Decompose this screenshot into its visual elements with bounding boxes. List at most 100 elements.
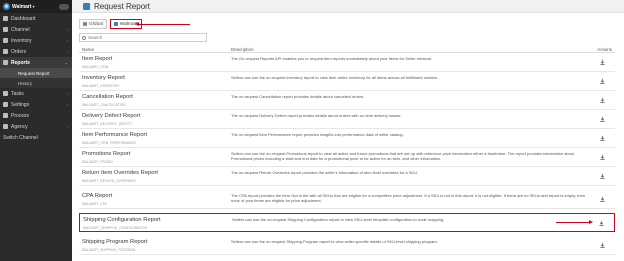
table-row-highlighted: Shipping Configuration Report WALMART_SH…: [79, 213, 615, 232]
download-icon[interactable]: [598, 220, 605, 227]
report-name: Return Item Overrides Report: [82, 170, 159, 176]
column-header-description: Description: [231, 47, 254, 52]
sidebar-item-label: Inventory: [11, 37, 32, 44]
sidebar-item-agency[interactable]: Agency ›: [0, 121, 72, 132]
switch-channel-link[interactable]: Switch Channel: [0, 135, 72, 141]
column-header-actions: Actions: [597, 47, 612, 52]
report-code: WALMART_ITEM_PERFORMANCE: [82, 141, 137, 145]
sidebar-item-label: Agency: [11, 123, 28, 130]
channel-icon: [3, 27, 8, 32]
chevron-down-icon: ⌄: [64, 60, 68, 65]
report-code: WALMART_DELIVERY_DEFECT: [82, 122, 133, 126]
sidebar-item-reports[interactable]: Reports ⌄: [0, 57, 72, 68]
annotation-arrow-left: [135, 22, 190, 26]
walmart-icon: [113, 22, 118, 26]
report-name: Cancellation Report: [82, 94, 133, 100]
download-icon[interactable]: [599, 59, 606, 66]
chevron-right-icon: ›: [66, 124, 68, 129]
page-header: Request Report: [72, 0, 624, 13]
download-icon[interactable]: [599, 154, 606, 161]
report-name: Shipping Configuration Report: [83, 217, 161, 223]
sidebar-item-label: Reports: [11, 59, 30, 66]
tab-global[interactable]: Global: [79, 19, 107, 29]
sidebar-item-settings[interactable]: Settings ›: [0, 99, 72, 110]
table-row: Return Item Overrides Report WALMART_RET…: [79, 167, 615, 186]
report-code: WALMART_PROMO: [82, 160, 113, 164]
report-description: Sellers can use the on-request Promotion…: [231, 151, 575, 161]
sidebar-item-label: Settings: [11, 101, 30, 108]
sidebar-item-tasks[interactable]: Tasks ›: [0, 88, 72, 99]
download-icon[interactable]: [599, 97, 606, 104]
reports-icon: [3, 60, 8, 65]
chevron-right-icon: ›: [66, 91, 68, 96]
download-icon[interactable]: [599, 78, 606, 85]
download-icon[interactable]: [599, 135, 606, 142]
walmart-logo-icon: ✳: [3, 3, 10, 10]
report-code: WALMART_CANCELLATION: [82, 103, 126, 107]
report-description: The on-request Return Overrides report p…: [231, 170, 419, 175]
download-icon[interactable]: [599, 242, 606, 249]
download-icon[interactable]: [599, 173, 606, 180]
report-description: The on-request Delivery Defect report pr…: [231, 113, 402, 118]
table-row: Cancellation Report WALMART_CANCELLATION…: [79, 91, 615, 110]
inventory-icon: [3, 38, 8, 43]
process-icon: [3, 113, 8, 118]
chevron-right-icon: ›: [66, 27, 68, 32]
download-icon[interactable]: [599, 196, 606, 203]
table-row: Item Performance Report WALMART_ITEM_PER…: [79, 129, 615, 148]
report-name: Item Performance Report: [82, 132, 148, 138]
table-row: Inventory Report WALMART_INVENTORY Selle…: [79, 72, 615, 91]
report-description: Sellers can use the on-request Shipping …: [231, 239, 438, 244]
sidebar-item-label: Process: [11, 112, 30, 119]
table-row: Promotions Report WALMART_PROMO Sellers …: [79, 148, 615, 167]
sidebar-item-inventory[interactable]: Inventory ›: [0, 35, 72, 46]
tasks-icon: [3, 91, 8, 96]
search-box[interactable]: [79, 33, 207, 42]
report-name: Shipping Program Report: [82, 239, 148, 245]
dashboard-icon: [3, 16, 8, 21]
report-code: WALMART_INVENTORY: [82, 84, 120, 88]
sidebar-subitem-label: History: [18, 80, 33, 86]
channel-selector[interactable]: ✳ Walmart ▾: [0, 0, 72, 13]
report-code: WALMART_CPA: [82, 202, 107, 206]
sidebar-item-channel[interactable]: Channel ›: [0, 24, 72, 35]
sidebar-item-dashboard[interactable]: Dashboard: [0, 13, 72, 24]
report-name: Inventory Report: [82, 75, 125, 81]
search-input[interactable]: [88, 35, 198, 40]
sidebar-item-label: Channel: [11, 26, 30, 33]
report-name: Delivery Defect Report: [82, 113, 141, 119]
sidebar-subitem-label: Request Report: [18, 70, 50, 76]
sidebar-item-label: Orders: [11, 48, 27, 55]
gear-icon: [3, 102, 8, 107]
sidebar-subitem-request-report[interactable]: Request Report: [0, 68, 72, 78]
report-name: CPA Report: [82, 193, 113, 199]
sidebar-subitem-history[interactable]: History: [0, 78, 72, 88]
sidebar-toggle[interactable]: [59, 3, 69, 10]
sidebar: ✳ Walmart ▾ Dashboard Channel › Inventor…: [0, 0, 72, 261]
brand-name: Walmart: [12, 3, 32, 10]
report-code: WALMART_RETURN_OVERRIDES: [82, 179, 136, 183]
search-icon: [82, 35, 86, 40]
chevron-right-icon: ›: [66, 49, 68, 54]
chevron-right-icon: ›: [66, 38, 68, 43]
report-description: Sellers can use the on-request inventory…: [231, 75, 438, 80]
table-row: CPA Report WALMART_CPA The CPA report pr…: [79, 190, 615, 209]
chevron-down-icon: ▾: [32, 4, 35, 9]
sidebar-item-label: Dashboard: [11, 15, 36, 22]
chevron-right-icon: ›: [66, 102, 68, 107]
column-header-name: Name: [82, 47, 95, 52]
download-icon[interactable]: [599, 116, 606, 123]
sidebar-item-process[interactable]: Process: [0, 110, 72, 121]
report-code: WALMART_ITEM: [82, 65, 109, 69]
tab-label: Global: [89, 21, 103, 27]
report-description: The on-request Cancellation report provi…: [231, 94, 365, 99]
table-row: Delivery Defect Report WALMART_DELIVERY_…: [79, 110, 615, 129]
report-description: The On-request Reports API enables you t…: [231, 56, 432, 61]
report-name: Promotions Report: [82, 151, 131, 157]
report-code: WALMART_SHIPPING_PROGRAM: [82, 248, 136, 252]
annotation-arrow-right: [556, 220, 593, 224]
page-title: Request Report: [94, 1, 151, 11]
sidebar-item-orders[interactable]: Orders ›: [0, 46, 72, 57]
report-description: Sellers can use the on-request Shipping …: [232, 217, 445, 222]
channel-tabs: Global Walmart: [79, 19, 142, 29]
